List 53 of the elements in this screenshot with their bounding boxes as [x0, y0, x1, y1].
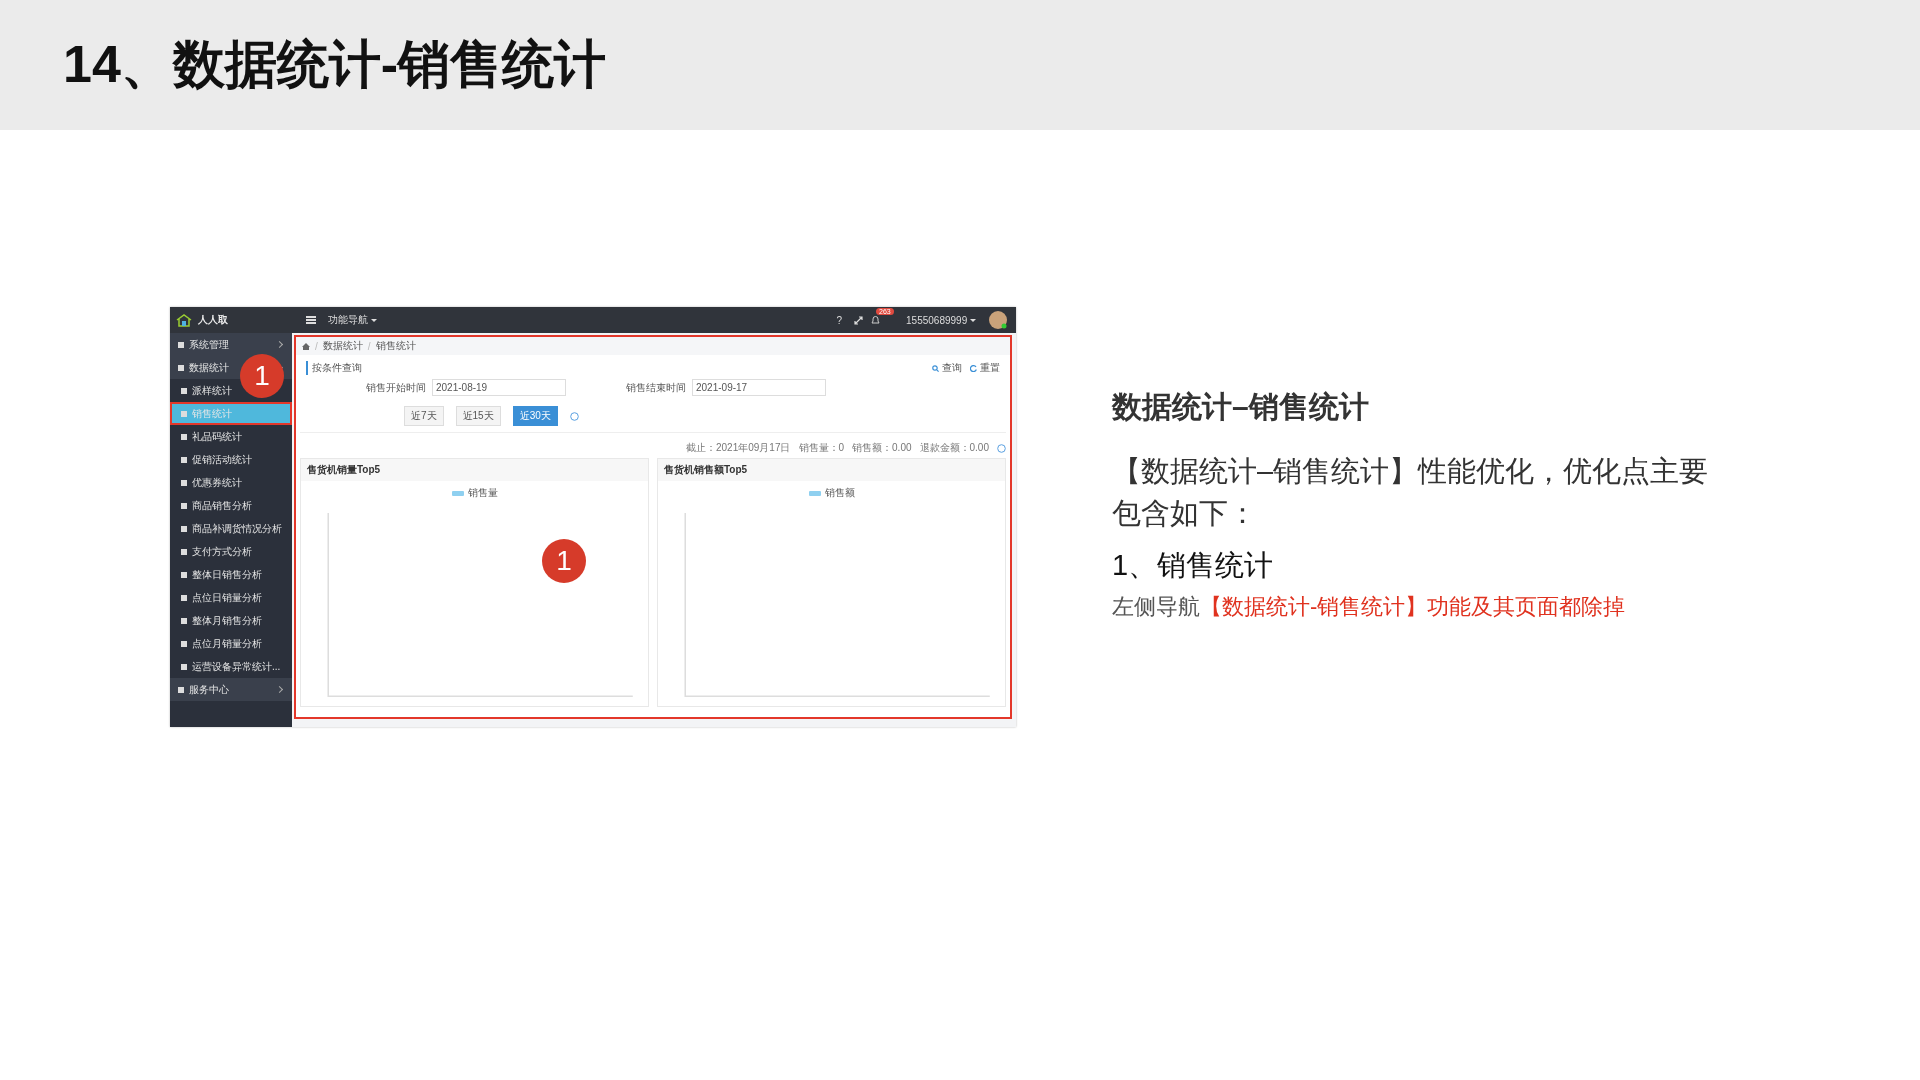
search-button[interactable]: 查询	[932, 361, 962, 375]
house-logo-icon	[176, 313, 192, 327]
sidebar-item[interactable]: 商品销售分析	[170, 494, 292, 517]
legend-swatch	[808, 490, 821, 496]
notes-paragraph: 【数据统计–销售统计】性能优化，优化点主要包含如下：	[1112, 454, 1710, 531]
search-icon	[932, 364, 939, 372]
breadcrumb-separator: /	[315, 340, 318, 352]
sidebar-item[interactable]: 支付方式分析	[170, 540, 292, 563]
sidebar-item[interactable]: 点位月销量分析	[170, 632, 292, 655]
sidebar-item[interactable]: 点位日销量分析	[170, 586, 292, 609]
field-label: 销售结束时间	[626, 380, 686, 395]
legend-label: 销售额	[824, 486, 855, 500]
sidebar-item[interactable]: 运营设备异常统计...	[170, 655, 292, 678]
sidebar-item[interactable]: 促销活动统计	[170, 448, 292, 471]
summary-text: 销售量：0	[798, 441, 845, 455]
list-item: 1、销售统计	[1112, 548, 1275, 583]
summary-text: 销售额：0.00	[852, 441, 912, 455]
detail-text: 左侧导航【数据统计-销售统计】功能及其页面都除掉	[1112, 593, 1627, 621]
sidebar-item[interactable]: 礼品码统计	[170, 425, 292, 448]
range-button[interactable]: 近15天	[455, 406, 501, 426]
user-menu[interactable]: 15550689999	[902, 314, 980, 326]
chart-title: 售货机销售额Top5	[658, 459, 1005, 481]
notes-heading: 数据统计–销售统计	[1112, 389, 1370, 425]
home-icon[interactable]	[302, 342, 310, 350]
date-field[interactable]: 2021-08-19	[432, 379, 566, 396]
breadcrumb-link[interactable]: 数据统计	[322, 339, 363, 353]
legend-swatch	[451, 490, 464, 496]
refresh-icon	[970, 364, 977, 372]
range-button[interactable]: 近7天	[404, 406, 444, 426]
sidebar-item[interactable]: 商品补调货情况分析	[170, 517, 292, 540]
slide-title: 14、数据统计-销售统计	[63, 34, 607, 95]
date-field[interactable]: 2021-09-17	[692, 379, 826, 396]
field-label: 销售开始时间	[366, 380, 426, 395]
sidebar-item[interactable]: 整体月销售分析	[170, 609, 292, 632]
summary-text: 退款金额：0.00	[919, 441, 989, 455]
section-title: 按条件查询	[306, 361, 362, 375]
expand-icon[interactable]	[854, 315, 864, 325]
legend-label: 销售量	[467, 486, 498, 500]
sidebar-item[interactable]: 优惠券统计	[170, 471, 292, 494]
sidebar-group[interactable]: 服务中心	[170, 678, 292, 701]
reset-button[interactable]: 重置	[970, 361, 1000, 375]
sidebar-group[interactable]: 系统管理	[170, 333, 292, 356]
brand-name: 人人取	[198, 313, 228, 327]
sidebar-item[interactable]: 整体日销售分析	[170, 563, 292, 586]
chart-title: 售货机销量Top5	[301, 459, 648, 481]
help-button[interactable]: ?	[832, 314, 847, 326]
breadcrumb-link[interactable]: 销售统计	[375, 339, 416, 353]
avatar[interactable]	[988, 310, 1008, 330]
breadcrumb-separator: /	[367, 340, 371, 352]
nav-menu-button[interactable]: 功能导航	[324, 313, 381, 327]
summary-text: 截止：2021年09月17日	[686, 441, 791, 455]
bell-icon[interactable]	[871, 315, 881, 325]
menu-icon[interactable]	[306, 316, 316, 324]
